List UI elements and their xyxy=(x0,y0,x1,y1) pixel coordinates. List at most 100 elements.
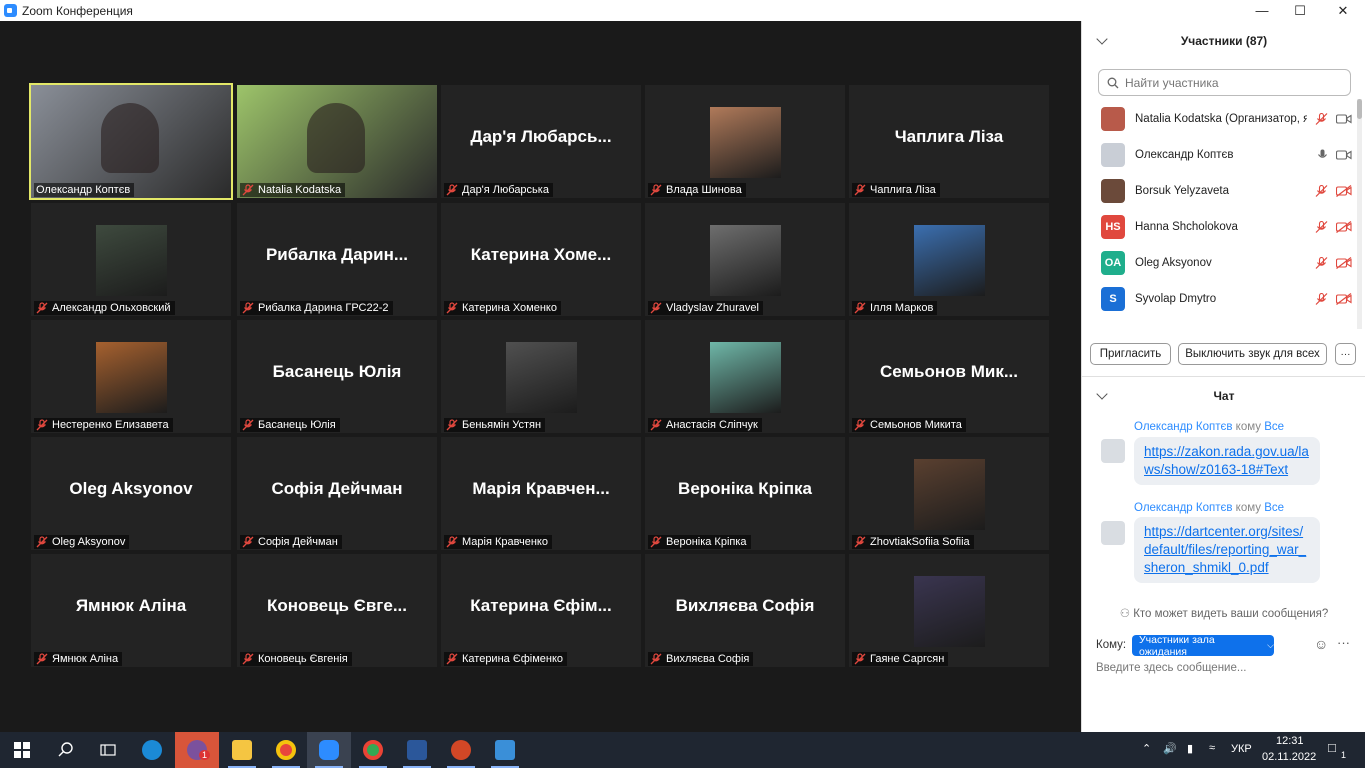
video-icon[interactable] xyxy=(1335,112,1352,130)
video-off-icon[interactable] xyxy=(1335,292,1352,310)
participant-row[interactable]: Олександр Коптєв xyxy=(1082,137,1352,173)
video-tile[interactable]: Нестеренко Елизавета xyxy=(31,320,231,433)
mic-muted-icon[interactable] xyxy=(1315,112,1328,130)
chevron-up-icon[interactable]: ⌃ xyxy=(1142,742,1151,755)
video-tile[interactable]: Беньямін Устян xyxy=(441,320,641,433)
battery-icon[interactable]: ▮ xyxy=(1187,742,1193,755)
participant-row[interactable]: HS Hanna Shcholokova xyxy=(1082,209,1352,245)
mute-all-button[interactable]: Выключить звук для всех xyxy=(1178,343,1327,365)
emoji-icon[interactable]: ☺ xyxy=(1314,636,1328,652)
chat-sender-name[interactable]: Олександр Коптєв xyxy=(1134,421,1232,433)
search-input[interactable] xyxy=(1125,75,1335,90)
participant-search[interactable] xyxy=(1098,69,1351,96)
video-tile[interactable]: Дар'я Любарсь... Дар'я Любарська xyxy=(441,85,641,198)
mic-icon[interactable] xyxy=(1317,148,1328,166)
task-view-icon[interactable] xyxy=(86,732,130,768)
tile-display-name: Катерина Хоме... xyxy=(470,245,612,264)
chat-input[interactable]: Введите здесь сообщение... xyxy=(1096,662,1246,674)
chat-sender-name[interactable]: Олександр Коптєв xyxy=(1134,502,1232,514)
clock-time[interactable]: 12:31 xyxy=(1276,735,1304,747)
participant-scrollbar[interactable] xyxy=(1357,99,1362,329)
mic-muted-icon[interactable] xyxy=(1315,256,1328,274)
language-indicator[interactable]: УКР xyxy=(1231,743,1252,755)
notifications-icon[interactable]: □ xyxy=(1328,740,1336,755)
video-tile[interactable]: Вероніка Кріпка Вероніка Кріпка xyxy=(645,437,845,550)
chevron-down-icon: ⌵ xyxy=(1267,640,1274,650)
chat-link-line[interactable]: https://zakon.rada.gov.ua/la xyxy=(1144,443,1310,461)
video-tile[interactable]: Коновець Євге... Коновець Євгенія xyxy=(237,554,437,667)
video-tile[interactable]: Ілля Марков xyxy=(849,203,1049,316)
clock-date[interactable]: 02.11.2022 xyxy=(1262,751,1316,763)
mic-muted-icon[interactable] xyxy=(1315,184,1328,202)
tile-name-label: Вероніка Кріпка xyxy=(648,535,751,549)
volume-icon[interactable]: 🔊 xyxy=(1163,742,1177,755)
tile-name-label: Коновець Євгенія xyxy=(240,652,352,666)
video-off-icon[interactable] xyxy=(1335,220,1352,238)
zoom-icon[interactable] xyxy=(307,732,351,768)
viber-icon[interactable]: 1 xyxy=(175,732,219,768)
participant-name: Семьонов Микита xyxy=(870,419,962,431)
collapse-chevron-icon[interactable] xyxy=(1096,388,1108,400)
video-tile[interactable]: Вихляєва Софія Вихляєва Софія xyxy=(645,554,845,667)
video-icon[interactable] xyxy=(1335,148,1352,166)
more-options-button[interactable]: ··· xyxy=(1335,343,1356,365)
chat-link-line[interactable]: ws/show/z0163-18#Text xyxy=(1144,461,1310,479)
chat-more-icon[interactable]: ··· xyxy=(1337,635,1350,650)
participant-row[interactable]: S Syvolap Dmytro xyxy=(1082,281,1352,317)
video-tile[interactable]: Семьонов Мик... Семьонов Микита xyxy=(849,320,1049,433)
recipient-dropdown[interactable]: Участники зала ожидания ⌵ xyxy=(1132,634,1274,658)
chat-link-line[interactable]: default/files/reporting_war_ xyxy=(1144,541,1310,559)
maximize-button[interactable]: ☐ xyxy=(1278,0,1322,21)
video-tile[interactable]: Анастасія Сліпчук xyxy=(645,320,845,433)
video-tile[interactable]: Влада Шинова xyxy=(645,85,845,198)
search-icon[interactable] xyxy=(44,732,88,768)
video-tile[interactable]: Рибалка Дарин... Рибалка Дарина ГРС22-2 xyxy=(237,203,437,316)
who-can-see-link[interactable]: ⚇ Кто может видеть ваши сообщения? xyxy=(1082,606,1365,620)
video-off-icon[interactable] xyxy=(1335,256,1352,274)
chat-message[interactable]: https://dartcenter.org/sites/ default/fi… xyxy=(1134,517,1320,583)
avatar xyxy=(1101,521,1125,545)
collapse-chevron-icon[interactable] xyxy=(1096,33,1108,45)
chrome-icon[interactable] xyxy=(264,732,308,768)
participant-name: Коновець Євгенія xyxy=(258,653,348,665)
scrollbar-thumb[interactable] xyxy=(1357,99,1362,119)
network-icon[interactable]: ≈ xyxy=(1209,742,1215,754)
powerpoint-icon[interactable] xyxy=(439,732,483,768)
chat-link-line[interactable]: https://dartcenter.org/sites/ xyxy=(1144,523,1310,541)
video-tile[interactable]: Басанець Юлія Басанець Юлія xyxy=(237,320,437,433)
participant-row[interactable]: OA Oleg Aksyonov xyxy=(1082,245,1352,281)
participant-row[interactable]: Natalia Kodatska (Организатор, я) xyxy=(1082,101,1352,137)
word-icon[interactable] xyxy=(395,732,439,768)
chat-link-line[interactable]: sheron_shmikl_0.pdf xyxy=(1144,559,1310,577)
who-can-see-text[interactable]: Кто может видеть ваши сообщения? xyxy=(1133,608,1328,620)
participant-row[interactable]: Borsuk Yelyzaveta xyxy=(1082,173,1352,209)
close-button[interactable]: ✕ xyxy=(1321,0,1365,21)
video-tile[interactable]: Natalia Kodatska xyxy=(237,85,437,198)
invite-button[interactable]: Пригласить xyxy=(1090,343,1171,365)
chat-message[interactable]: https://zakon.rada.gov.ua/la ws/show/z01… xyxy=(1134,437,1320,485)
video-tile[interactable]: ZhovtiakSofiia Sofiia xyxy=(849,437,1049,550)
video-tile[interactable]: Чаплига Ліза Чаплига Ліза xyxy=(849,85,1049,198)
video-off-icon[interactable] xyxy=(1335,184,1352,202)
tile-name-label: Natalia Kodatska xyxy=(240,183,346,197)
video-tile[interactable]: Катерина Хоме... Катерина Хоменко xyxy=(441,203,641,316)
photos-icon[interactable] xyxy=(483,732,527,768)
chrome-profile-icon[interactable] xyxy=(351,732,395,768)
video-tile[interactable]: Катерина Єфім... Катерина Єфіменко xyxy=(441,554,641,667)
file-explorer-icon[interactable] xyxy=(220,732,264,768)
mic-muted-icon xyxy=(650,419,663,431)
video-tile[interactable]: Oleg Aksyonov Oleg Aksyonov xyxy=(31,437,231,550)
video-tile[interactable]: Ямнюк Аліна Ямнюк Аліна xyxy=(31,554,231,667)
mic-muted-icon[interactable] xyxy=(1315,220,1328,238)
tile-display-name: Дар'я Любарсь... xyxy=(470,127,612,146)
edge-icon[interactable] xyxy=(130,732,174,768)
video-tile[interactable]: Vladyslav Zhuravel xyxy=(645,203,845,316)
video-tile[interactable]: Софія Дейчман Софія Дейчман xyxy=(237,437,437,550)
participant-name: Басанець Юлія xyxy=(258,419,336,431)
video-tile[interactable]: Александр Ольховский xyxy=(31,203,231,316)
mic-muted-icon[interactable] xyxy=(1315,292,1328,310)
video-tile[interactable]: Марія Кравчен... Марія Кравченко xyxy=(441,437,641,550)
video-tile[interactable]: Гаяне Саргсян xyxy=(849,554,1049,667)
windows-start-icon[interactable] xyxy=(0,732,44,768)
video-tile[interactable]: Олександр Коптєв xyxy=(29,83,233,200)
